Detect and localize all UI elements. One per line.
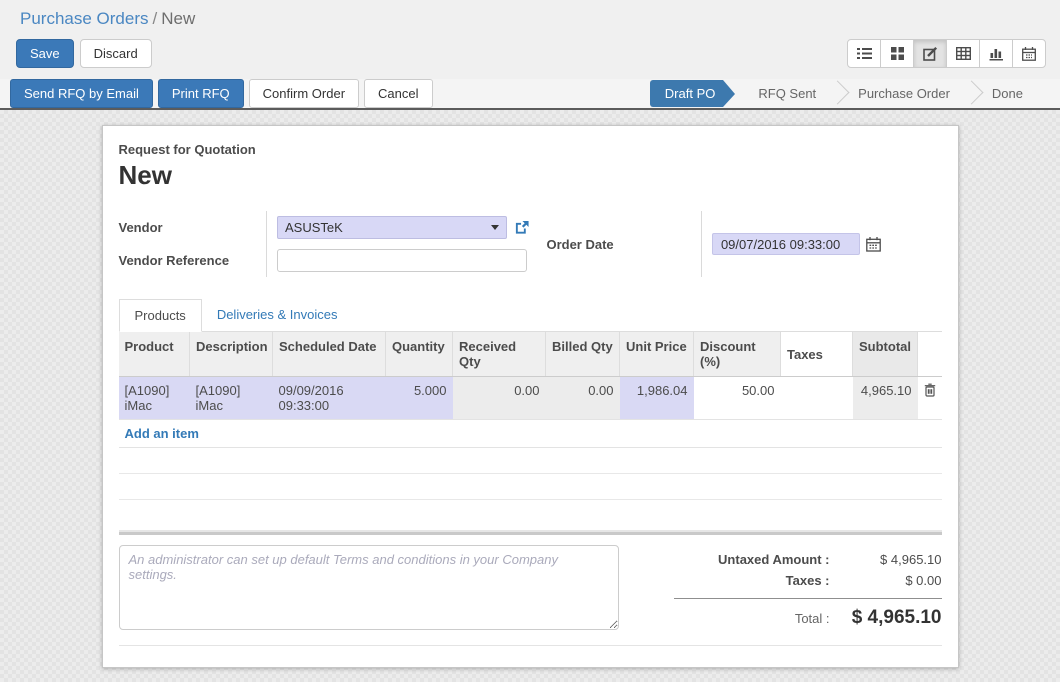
cell-unit-price[interactable]: 1,986.04 <box>620 377 694 420</box>
discard-button[interactable]: Discard <box>80 39 152 68</box>
form-sheet: Request for Quotation New Vendor ASUSTeK <box>102 125 959 668</box>
page-title: New <box>119 160 942 191</box>
statusbar-step-draft-po[interactable]: Draft PO <box>650 80 724 107</box>
cell-quantity[interactable]: 5.000 <box>386 377 453 420</box>
empty-line-row <box>119 448 942 474</box>
tab-products[interactable]: Products <box>119 299 202 332</box>
col-received-qty: Received Qty <box>453 332 546 377</box>
calendar-icon <box>866 237 881 252</box>
form-background: Request for Quotation New Vendor ASUSTeK <box>0 110 1060 682</box>
cell-received-qty: 0.00 <box>453 377 546 420</box>
totals-divider <box>674 598 942 599</box>
totals-panel: Untaxed Amount : $ 4,965.10 Taxes : $ 0.… <box>674 545 942 632</box>
statusbar: Draft PO RFQ Sent Purchase Order Done <box>650 79 1060 108</box>
trash-icon <box>924 383 936 397</box>
calendar-view-icon <box>1022 47 1036 61</box>
list-view-icon <box>857 47 872 60</box>
breadcrumb-current: New <box>161 9 195 28</box>
vendor-reference-label: Vendor Reference <box>119 244 267 277</box>
col-description: Description <box>190 332 273 377</box>
terms-conditions-textarea[interactable] <box>119 545 619 630</box>
bar-chart-icon <box>989 47 1004 61</box>
kanban-view-icon <box>891 47 904 60</box>
form-edit-icon <box>923 46 938 61</box>
field-groups: Vendor ASUSTeK Vendor Reference <box>119 211 942 277</box>
order-lines-table: Product Description Scheduled Date Quant… <box>119 332 942 500</box>
delete-row-button[interactable] <box>924 383 936 397</box>
send-rfq-by-email-button[interactable]: Send RFQ by Email <box>10 79 153 108</box>
tab-deliveries-invoices[interactable]: Deliveries & Invoices <box>202 299 353 331</box>
statusbar-step-rfq-sent[interactable]: RFQ Sent <box>737 79 837 108</box>
top-header: Purchase Orders/New Save Discard <box>0 0 1060 79</box>
cancel-button[interactable]: Cancel <box>364 79 432 108</box>
table-header-row: Product Description Scheduled Date Quant… <box>119 332 942 377</box>
bottom-section: Untaxed Amount : $ 4,965.10 Taxes : $ 0.… <box>119 545 942 632</box>
order-date-input[interactable] <box>712 233 860 255</box>
save-button[interactable]: Save <box>16 39 74 68</box>
col-unit-price: Unit Price <box>620 332 694 377</box>
cell-taxes[interactable] <box>781 377 853 420</box>
calendar-view-button[interactable] <box>1012 39 1046 68</box>
taxes-total-label: Taxes : <box>786 573 830 588</box>
empty-line-row <box>119 474 942 500</box>
untaxed-amount-value: $ 4,965.10 <box>830 552 942 567</box>
breadcrumb-separator: / <box>149 9 162 28</box>
add-item-row: Add an item <box>119 420 942 448</box>
totals-separator <box>119 530 942 535</box>
cell-subtotal: 4,965.10 <box>853 377 918 420</box>
vendor-select[interactable]: ASUSTeK <box>277 216 507 239</box>
untaxed-amount-label: Untaxed Amount : <box>718 552 829 567</box>
list-view-button[interactable] <box>847 39 881 68</box>
statusbar-step-done[interactable]: Done <box>971 79 1044 108</box>
breadcrumb-purchase-orders[interactable]: Purchase Orders <box>20 9 149 28</box>
col-scheduled-date: Scheduled Date <box>273 332 386 377</box>
confirm-order-button[interactable]: Confirm Order <box>249 79 359 108</box>
order-date-label: Order Date <box>546 211 701 277</box>
table-row: [A1090] iMac [A1090] iMac 09/09/2016 09:… <box>119 377 942 420</box>
toolbar: Save Discard <box>0 31 1060 79</box>
chevron-down-icon <box>491 225 499 230</box>
cell-scheduled-date[interactable]: 09/09/2016 09:33:00 <box>273 377 386 420</box>
sheet-bottom-rule <box>119 645 942 646</box>
grid-view-icon <box>956 47 971 60</box>
calendar-picker-button[interactable] <box>866 237 881 252</box>
col-product: Product <box>119 332 190 377</box>
col-quantity: Quantity <box>386 332 453 377</box>
cell-product[interactable]: [A1090] iMac <box>119 377 190 420</box>
statusbar-step-purchase-order[interactable]: Purchase Order <box>837 79 971 108</box>
col-taxes: Taxes <box>781 332 853 377</box>
cell-discount[interactable]: 50.00 <box>694 377 781 420</box>
taxes-total-value: $ 0.00 <box>830 573 942 588</box>
print-rfq-button[interactable]: Print RFQ <box>158 79 244 108</box>
kanban-view-button[interactable] <box>880 39 914 68</box>
add-an-item-link[interactable]: Add an item <box>125 426 199 441</box>
vendor-label: Vendor <box>119 211 267 244</box>
external-link-icon[interactable] <box>514 220 530 235</box>
breadcrumb: Purchase Orders/New <box>0 0 1060 31</box>
grid-view-button[interactable] <box>946 39 980 68</box>
cell-description[interactable]: [A1090] iMac <box>190 377 273 420</box>
graph-view-button[interactable] <box>979 39 1013 68</box>
form-view-button[interactable] <box>913 39 947 68</box>
notebook-tabs: Products Deliveries & Invoices <box>119 299 942 332</box>
total-label: Total : <box>795 611 830 626</box>
vendor-reference-input[interactable] <box>277 249 527 272</box>
vendor-select-value: ASUSTeK <box>285 220 343 235</box>
action-status-bar: Send RFQ by Email Print RFQ Confirm Orde… <box>0 79 1060 110</box>
sheet-subtitle: Request for Quotation <box>119 142 942 157</box>
cell-billed-qty: 0.00 <box>546 377 620 420</box>
total-value: $ 4,965.10 <box>830 607 942 629</box>
col-subtotal: Subtotal <box>853 332 918 377</box>
col-billed-qty: Billed Qty <box>546 332 620 377</box>
col-discount: Discount (%) <box>694 332 781 377</box>
view-switcher <box>847 39 1046 68</box>
cell-actions <box>918 377 942 420</box>
col-actions <box>918 332 942 377</box>
